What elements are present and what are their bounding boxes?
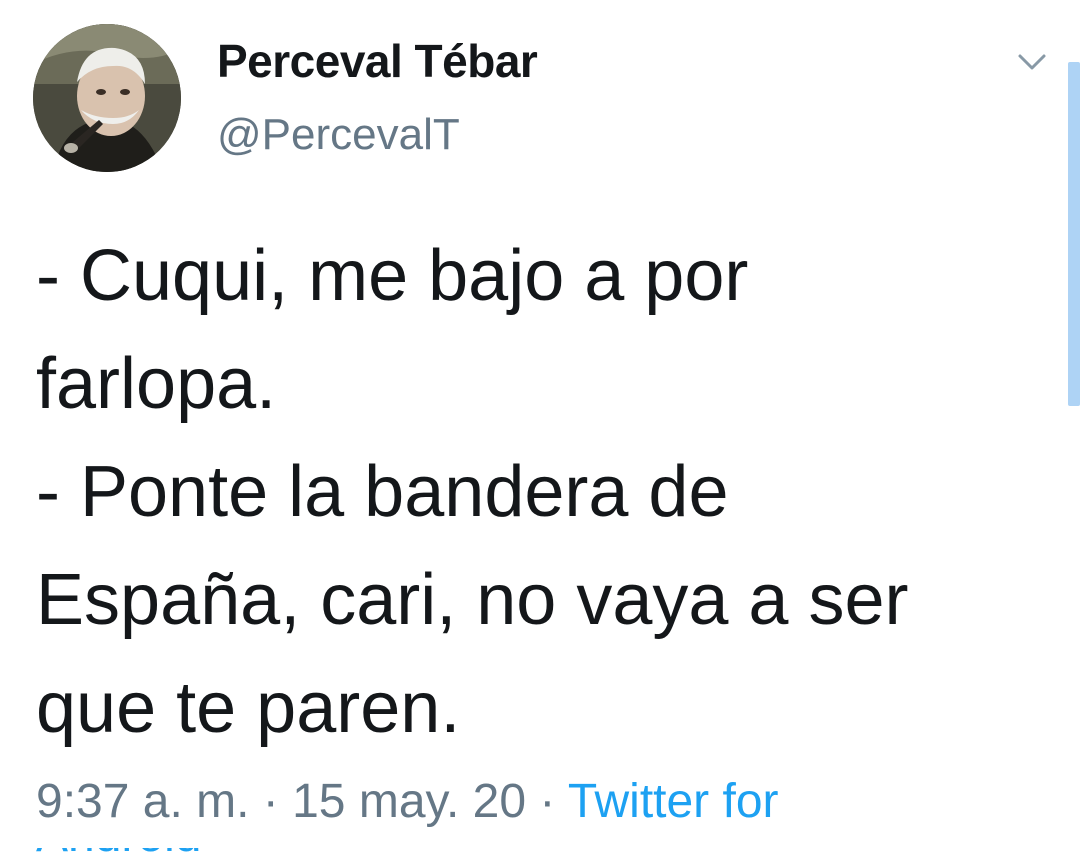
tweet-source-overflow-text: Android (36, 848, 256, 860)
tweet-text: - Cuqui, me bajo a por farlopa. - Ponte … (36, 222, 1046, 762)
tweet-time[interactable]: 9:37 a. m. (36, 775, 249, 828)
tweet-text-line: que te paren. (36, 668, 461, 748)
tweet-text-line: - Cuqui, me bajo a por (36, 236, 749, 316)
scroll-indicator (1068, 62, 1080, 406)
display-name[interactable]: Perceval Tébar (217, 34, 538, 88)
chevron-down-icon[interactable] (1014, 46, 1050, 76)
user-avatar[interactable] (33, 24, 181, 172)
tweet-text-line: España, cari, no vaya a ser (36, 560, 909, 640)
tweet-meta: 9:37 a. m. · 15 may. 20 · Twitter for (36, 774, 779, 829)
tweet-text-line: farlopa. (36, 344, 277, 424)
tweet-text-line: - Ponte la bandera de (36, 452, 729, 532)
profile-photo-icon (33, 24, 181, 172)
meta-separator: · (526, 775, 568, 828)
user-handle[interactable]: @PercevalT (217, 110, 460, 160)
tweet-date[interactable]: 15 may. 20 (292, 775, 526, 828)
tweet-card: Perceval Tébar @PercevalT - Cuqui, me ba… (0, 0, 1080, 860)
tweet-source-link[interactable]: Twitter for (568, 775, 779, 828)
meta-separator: · (249, 775, 293, 828)
